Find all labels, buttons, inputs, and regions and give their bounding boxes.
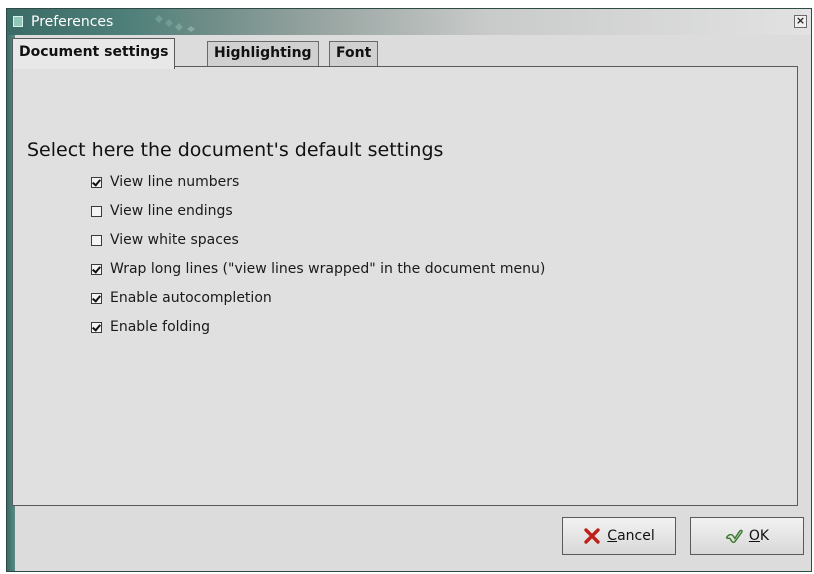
- tab-highlighting[interactable]: Highlighting: [207, 41, 319, 66]
- cancel-label: Cancel: [607, 528, 655, 544]
- option-view-white-spaces[interactable]: View white spaces: [91, 230, 239, 250]
- checkbox[interactable]: [91, 234, 102, 246]
- option-label: View line endings: [110, 203, 233, 219]
- checkbox[interactable]: [91, 292, 102, 304]
- option-label: View white spaces: [110, 232, 239, 248]
- checkbox[interactable]: [91, 321, 102, 333]
- tab-label: Font: [336, 45, 372, 61]
- tab-document-settings[interactable]: Document settings: [12, 38, 176, 69]
- ok-button[interactable]: OK: [690, 517, 804, 555]
- cancel-button[interactable]: Cancel: [562, 517, 676, 555]
- ok-label: OK: [748, 528, 770, 544]
- x-cancel-icon: [584, 528, 600, 544]
- tab-label: Highlighting: [214, 45, 312, 61]
- tab-label: Document settings: [19, 44, 169, 60]
- checkbox[interactable]: [91, 263, 102, 275]
- option-label: View line numbers: [110, 174, 240, 190]
- option-view-line-endings[interactable]: View line endings: [91, 201, 233, 221]
- option-wrap-long-lines[interactable]: Wrap long lines ("view lines wrapped" in…: [91, 259, 545, 279]
- ok-button-content: OK: [718, 524, 776, 548]
- ok-check-icon: [725, 529, 743, 543]
- tab-font[interactable]: Font: [329, 41, 379, 66]
- cancel-button-content: Cancel: [576, 524, 661, 548]
- close-button[interactable]: ×: [794, 15, 807, 28]
- option-label: Enable folding: [110, 319, 211, 335]
- checkbox[interactable]: [91, 205, 102, 217]
- option-enable-autocompletion[interactable]: Enable autocompletion: [91, 288, 272, 308]
- option-label: Wrap long lines ("view lines wrapped" in…: [110, 261, 546, 277]
- window-title: Preferences: [31, 14, 114, 30]
- option-view-line-numbers[interactable]: View line numbers: [91, 172, 239, 192]
- checkbox[interactable]: [91, 176, 102, 188]
- section-heading: Select here the document's default setti…: [27, 139, 444, 161]
- title-bar[interactable]: Preferences ×: [7, 9, 811, 35]
- tab-panel: Select here the document's default setti…: [12, 66, 798, 506]
- option-enable-folding[interactable]: Enable folding: [91, 317, 210, 337]
- dialog-button-bar: Cancel OK: [12, 507, 804, 561]
- titlebar-decoration-icon: [155, 15, 195, 32]
- option-label: Enable autocompletion: [110, 290, 272, 306]
- window-icon: [13, 16, 23, 27]
